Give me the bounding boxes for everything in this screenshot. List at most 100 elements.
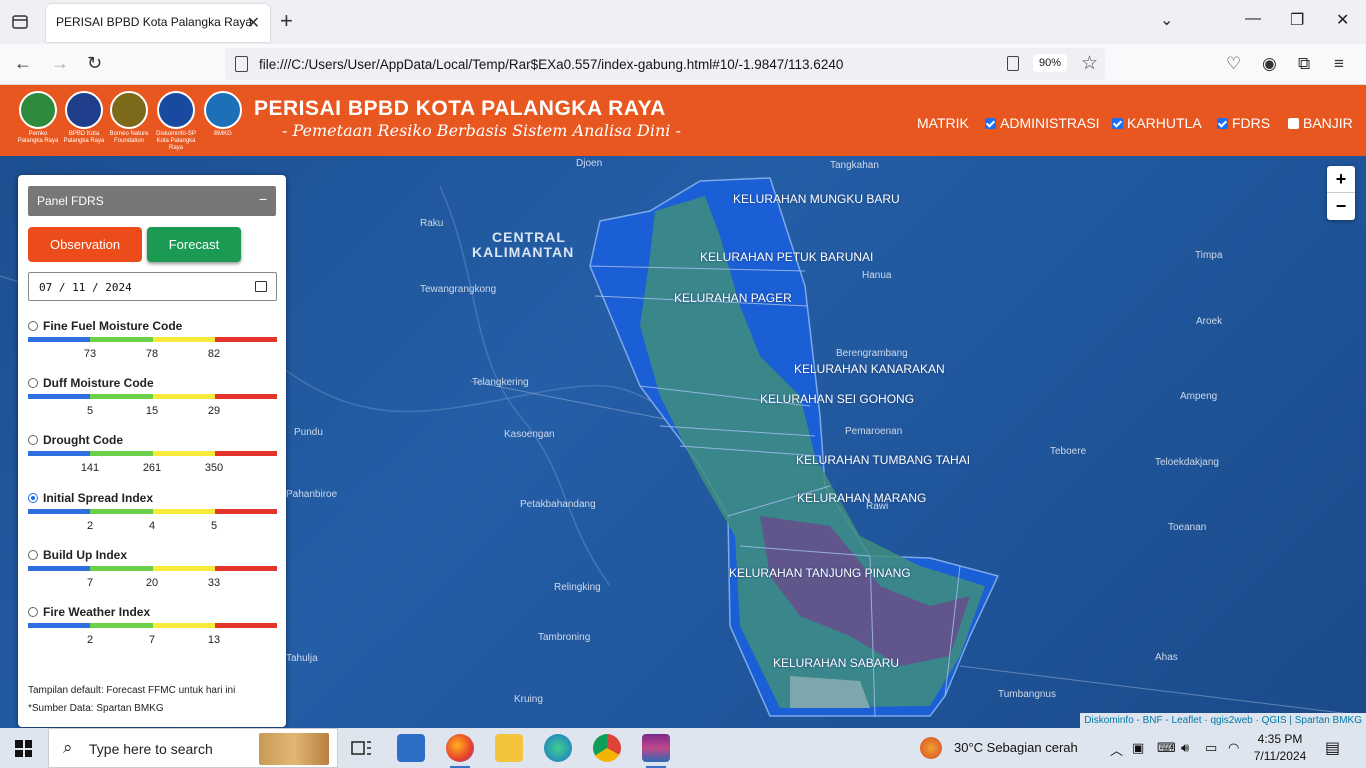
index-radio[interactable]: [28, 550, 38, 560]
place-label: Relingking: [554, 582, 601, 593]
close-window-icon[interactable]: ✕: [1336, 10, 1349, 30]
index-radio[interactable]: [28, 321, 38, 331]
account-icon[interactable]: ◉: [1262, 54, 1277, 74]
weather-icon[interactable]: [920, 737, 942, 759]
index-label[interactable]: Fire Weather Index: [43, 605, 150, 619]
zoom-level-badge[interactable]: 90%: [1033, 54, 1068, 72]
menu-matrik-label[interactable]: MATRIK: [917, 115, 969, 131]
index-color-scale: [28, 566, 277, 571]
date-value[interactable]: 07 / 11 / 2024: [39, 281, 132, 294]
minimize-icon[interactable]: —: [1245, 10, 1261, 28]
menu-banjir-label[interactable]: BANJIR: [1303, 115, 1353, 131]
url-text[interactable]: file:///C:/Users/User/AppData/Local/Temp…: [259, 57, 843, 72]
back-arrow-icon[interactable]: ←: [14, 53, 32, 73]
index-radio[interactable]: [28, 378, 38, 388]
fdrs-index-row[interactable]: Fine Fuel Moisture Code 73 78 82: [28, 319, 277, 371]
tab-overview-icon[interactable]: [10, 12, 30, 32]
reload-icon[interactable]: ↻: [87, 53, 102, 73]
input-method-icon[interactable]: ⌨: [1157, 740, 1176, 756]
index-radio[interactable]: [28, 435, 38, 445]
forward-arrow-icon[interactable]: →: [51, 53, 69, 73]
menu-matrik[interactable]: MATRIK: [917, 115, 969, 131]
winrar-app-icon[interactable]: [642, 734, 670, 768]
fdrs-checkbox[interactable]: [1217, 117, 1228, 129]
date-input[interactable]: 07 / 11 / 2024: [28, 272, 277, 301]
menu-fdrs[interactable]: FDRS: [1217, 115, 1270, 131]
scale-segment: [90, 509, 153, 514]
menu-karhutla-label[interactable]: KARHUTLA: [1127, 115, 1202, 131]
menu-hamburger-icon[interactable]: ≡: [1334, 54, 1344, 74]
index-label[interactable]: Drought Code: [43, 433, 123, 447]
pemko-logo-icon: [19, 91, 57, 129]
scale-segment: [152, 623, 215, 628]
banjir-checkbox[interactable]: [1288, 117, 1299, 129]
task-view-icon[interactable]: [347, 734, 375, 762]
edge-app-icon[interactable]: [544, 734, 572, 762]
scale-segment: [214, 566, 277, 571]
file-explorer-icon[interactable]: [495, 734, 523, 762]
panel-header[interactable]: Panel FDRS −: [28, 186, 276, 216]
weather-text[interactable]: 30°C Sebagian cerah: [954, 740, 1078, 755]
scale-tick-label: 13: [207, 634, 221, 646]
close-tab-icon[interactable]: ✕: [247, 13, 260, 33]
kelurahan-label: KELURAHAN TUMBANG TAHAI: [796, 453, 971, 467]
scale-tick-label: 5: [210, 520, 218, 532]
zoom-out-button[interactable]: −: [1327, 193, 1355, 220]
calendar-icon[interactable]: [255, 281, 267, 292]
menu-administrasi[interactable]: ADMINISTRASI: [985, 115, 1100, 131]
url-bar[interactable]: file:///C:/Users/User/AppData/Local/Temp…: [225, 48, 1105, 80]
fdrs-index-row[interactable]: Drought Code 141 261 350: [28, 433, 277, 485]
browser-nav-bar: ← → ↻ file:///C:/Users/User/AppData/Loca…: [0, 44, 1366, 85]
index-label[interactable]: Duff Moisture Code: [43, 376, 154, 390]
index-radio[interactable]: [28, 493, 38, 503]
notification-center-icon[interactable]: ▤: [1325, 738, 1340, 758]
index-label[interactable]: Initial Spread Index: [43, 491, 153, 505]
diskominfo-logo-icon: [157, 91, 195, 129]
fdrs-index-row[interactable]: Duff Moisture Code 5 15 29: [28, 376, 277, 428]
menu-fdrs-label[interactable]: FDRS: [1232, 115, 1270, 131]
fdrs-index-row[interactable]: Initial Spread Index 2 4 5: [28, 491, 277, 543]
scale-tick-label: 73: [83, 348, 97, 360]
tab-list-chevron-icon[interactable]: ⌄: [1160, 10, 1173, 30]
zoom-in-button[interactable]: +: [1327, 166, 1355, 193]
administrasi-checkbox[interactable]: [985, 117, 996, 129]
bookmark-star-icon[interactable]: ☆: [1081, 52, 1098, 75]
volume-icon[interactable]: 🔊︎: [1181, 740, 1189, 756]
index-label[interactable]: Fine Fuel Moisture Code: [43, 319, 182, 333]
mail-app-icon[interactable]: [397, 734, 425, 762]
restore-icon[interactable]: ❐: [1290, 10, 1304, 30]
karhutla-checkbox[interactable]: [1112, 117, 1123, 129]
index-label[interactable]: Build Up Index: [43, 548, 127, 562]
place-label: Tumbangnus: [998, 689, 1056, 700]
observation-button[interactable]: Observation: [28, 227, 142, 262]
menu-banjir[interactable]: BANJIR: [1288, 115, 1353, 131]
menu-administrasi-label[interactable]: ADMINISTRASI: [1000, 115, 1100, 131]
browser-tab[interactable]: PERISAI BPBD Kota Palangka Raya ✕: [46, 4, 270, 42]
menu-karhutla[interactable]: KARHUTLA: [1112, 115, 1202, 131]
chrome-app-icon[interactable]: [593, 734, 621, 762]
show-hidden-icons-chevron-icon[interactable]: ︿: [1110, 740, 1123, 759]
scale-tick-label: 20: [145, 577, 159, 589]
index-radio[interactable]: [28, 607, 38, 617]
reader-view-icon[interactable]: [1007, 56, 1019, 71]
windows-start-icon[interactable]: [15, 740, 32, 757]
battery-icon[interactable]: ▭: [1205, 740, 1217, 756]
pocket-icon[interactable]: ♡: [1226, 54, 1241, 74]
network-app-icon[interactable]: ▣: [1132, 740, 1144, 756]
taskbar-clock[interactable]: 4:35 PM 7/11/2024: [1247, 731, 1313, 765]
collapse-icon[interactable]: −: [259, 191, 267, 207]
map-attribution[interactable]: Diskominfo - BNF - Leaflet · qgis2web · …: [1080, 713, 1366, 728]
forecast-button[interactable]: Forecast: [147, 227, 241, 262]
place-label: Ahas: [1155, 652, 1178, 663]
fdrs-index-row[interactable]: Fire Weather Index 2 7 13: [28, 605, 277, 657]
kelurahan-label: KELURAHAN MARANG: [797, 491, 927, 505]
firefox-app-icon[interactable]: [446, 734, 474, 768]
new-tab-icon[interactable]: +: [280, 10, 293, 32]
extensions-icon[interactable]: ⧉: [1298, 54, 1310, 74]
scale-tick-label: 82: [207, 348, 221, 360]
index-color-scale: [28, 394, 277, 399]
fdrs-index-row[interactable]: Build Up Index 7 20 33: [28, 548, 277, 600]
wifi-icon[interactable]: ◠: [1228, 740, 1239, 756]
search-placeholder[interactable]: Type here to search: [89, 741, 213, 757]
taskbar-search[interactable]: ⌕ Type here to search: [48, 728, 338, 768]
